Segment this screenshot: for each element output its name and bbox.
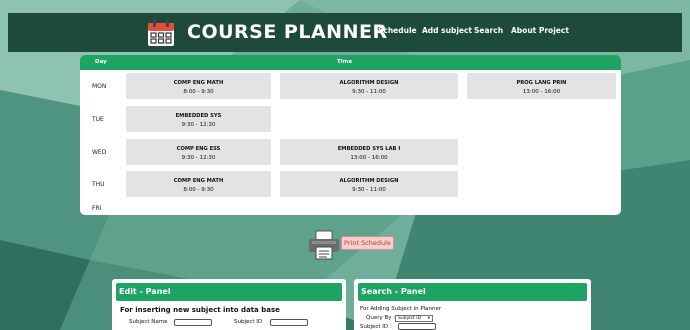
day-mon: MON [92,83,107,90]
course-name: COMP ENG MATH [173,80,224,86]
course-name: PROG LANG PRIN [516,80,567,86]
day-wed: WED [92,149,107,156]
header-time: Time [337,59,353,65]
subject-id-input[interactable] [270,319,308,326]
day-thu: THU [92,181,105,188]
day-tue: TUE [92,116,104,123]
course-name: EMBEDDED SYS [175,113,222,119]
nav-search[interactable]: Search [474,26,503,35]
course-name: ALGORITHM DESIGN [339,178,399,184]
calendar-icon[interactable] [145,17,177,49]
course-time: 13:00 - 16:00 [350,155,388,161]
brand-title[interactable]: COURSE PLANNER [187,21,388,43]
query-by-selected: Subject ID [398,316,422,321]
course-time: 13:00 - 16:00 [522,89,561,95]
schedule-table: Day Time MON TUE WED THU FRI COMP ENG MA… [80,55,621,215]
search-panel: Search - Panel For Adding Subject in Pla… [354,279,591,330]
course-time: 9:30 - 11:00 [352,187,386,193]
course-name: EMBEDDED SYS LAB I [337,146,401,152]
nav-about-project[interactable]: About Project [511,26,569,35]
print-schedule-button[interactable]: Print Schedule [341,236,394,250]
subject-name-label: Subject Name [129,319,168,325]
course-slot[interactable]: PROG LANG PRIN 13:00 - 16:00 [467,73,616,99]
subject-id-label: Subject ID [234,319,263,325]
table-header: Day Time [80,55,621,70]
course-time: 9:30 - 12:30 [181,155,216,161]
course-name: COMP ENG ESS [176,146,221,152]
day-fri: FRI [92,205,102,212]
course-slot[interactable]: ALGORITHM DESIGN 9:30 - 11:00 [280,171,458,197]
edit-panel: Edit - Panel For inserting new subject i… [112,279,346,330]
search-panel-title: Search - Panel [358,283,587,301]
search-subject-id-label: Subject ID : [360,324,392,330]
course-slot[interactable]: EMBEDDED SYS 9:30 - 12:30 [126,106,271,132]
course-slot[interactable]: COMP ENG MATH 8:00 - 9:30 [126,73,271,99]
course-time: 8:00 - 9:30 [183,187,214,193]
search-panel-description: For Adding Subject in Planner [360,306,442,312]
search-subject-id-input[interactable] [398,323,436,330]
course-time: 9:30 - 11:00 [352,89,386,95]
header-day: Day [95,59,107,65]
course-slot[interactable]: COMP ENG ESS 9:30 - 12:30 [126,139,271,165]
top-navbar: COURSE PLANNER Schedule Add subject Sear… [8,13,682,52]
edit-panel-subtitle: For inserting new subject into data base [120,306,280,314]
query-by-select[interactable]: Subject ID ▾ [395,315,433,322]
course-time: 9:30 - 12:30 [181,122,216,128]
subject-name-input[interactable] [174,319,212,326]
printer-icon[interactable] [307,229,341,261]
edit-panel-title: Edit - Panel [116,283,342,301]
course-slot[interactable]: EMBEDDED SYS LAB I 13:00 - 16:00 [280,139,458,165]
course-name: ALGORITHM DESIGN [339,80,399,86]
chevron-down-icon: ▾ [427,316,430,321]
course-name: COMP ENG MATH [173,178,224,184]
course-slot[interactable]: ALGORITHM DESIGN 9:30 - 11:00 [280,73,458,99]
course-slot[interactable]: COMP ENG MATH 8:00 - 9:30 [126,171,271,197]
nav-add-subject[interactable]: Add subject [422,26,472,35]
nav-schedule[interactable]: Schedule [378,26,417,35]
query-by-label: Query By : [366,315,396,321]
course-time: 8:00 - 9:30 [183,89,214,95]
